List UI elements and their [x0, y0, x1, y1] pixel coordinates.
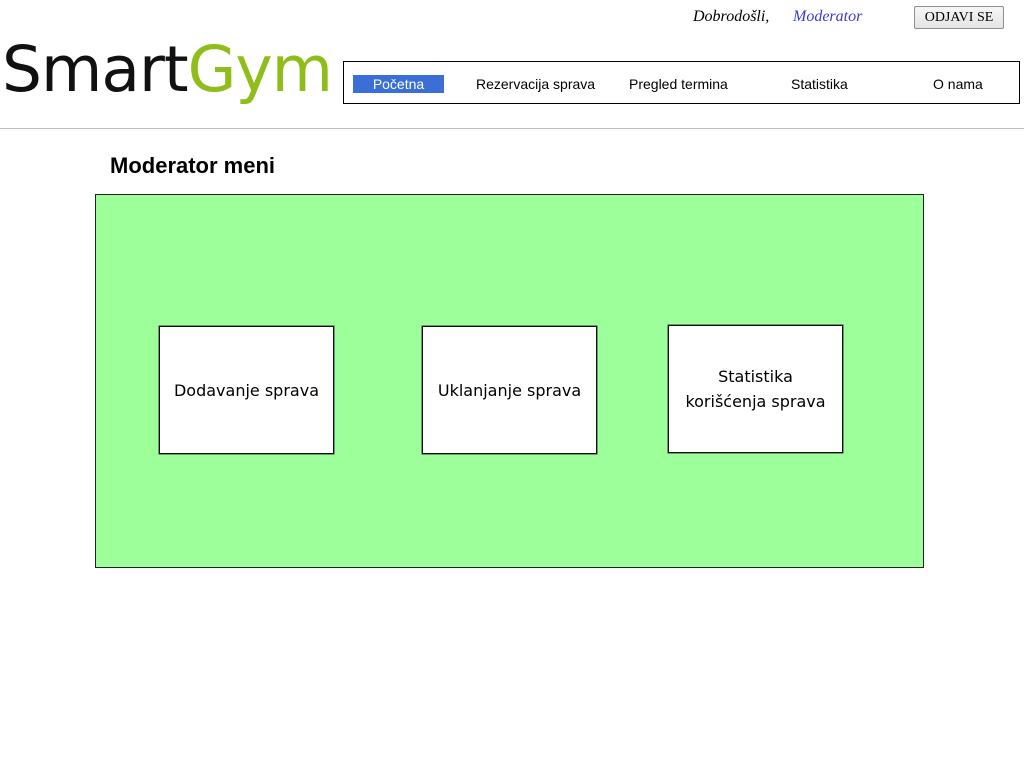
add-equipment-card[interactable]: Dodavanje sprava — [159, 326, 334, 454]
logo-gym-text: Gym — [187, 33, 333, 106]
main-navigation: Početna Rezervacija sprava Pregled termi… — [343, 61, 1020, 104]
logout-button[interactable]: ODJAVI SE — [914, 6, 1004, 29]
remove-equipment-label: Uklanjanje sprava — [437, 380, 582, 400]
nav-item-rezervacija-sprava[interactable]: Rezervacija sprava — [476, 75, 595, 93]
header-divider — [0, 128, 1024, 129]
logo-smart-text: Smart — [2, 33, 189, 106]
equipment-usage-statistics-card[interactable]: Statistika korišćenja sprava — [668, 325, 843, 453]
remove-equipment-card[interactable]: Uklanjanje sprava — [422, 326, 597, 454]
equipment-usage-statistics-label: Statistika korišćenja sprava — [685, 367, 826, 411]
nav-item-pregled-termina[interactable]: Pregled termina — [629, 75, 728, 93]
nav-item-pocetna[interactable]: Početna — [353, 75, 444, 93]
add-equipment-label: Dodavanje sprava — [173, 380, 319, 400]
smartgym-logo: SmartGym — [2, 30, 333, 110]
page-title: Moderator meni — [110, 153, 276, 178]
username-label: Moderator — [793, 8, 863, 25]
nav-item-statistika[interactable]: Statistika — [791, 75, 848, 93]
moderator-menu-panel: Dodavanje sprava Uklanjanje sprava Stati… — [95, 194, 924, 568]
nav-item-o-nama[interactable]: O nama — [933, 75, 983, 93]
welcome-text: Dobrodošli, — [693, 8, 770, 25]
